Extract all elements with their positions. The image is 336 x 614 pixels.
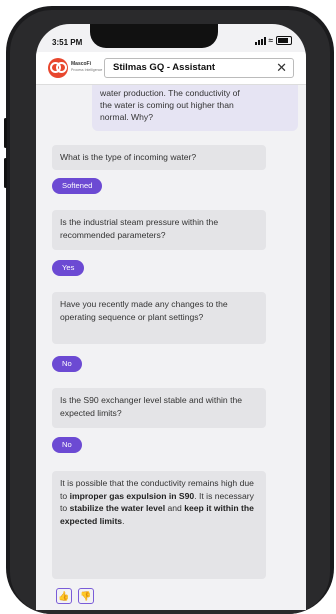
phone-screen: 3:51 PM ≈ MascoFi Process Intelligence S… — [36, 24, 306, 610]
assistant-question-2: Is the industrial steam pressure within … — [52, 210, 266, 250]
answer-bold-text: stabilize the water level — [69, 503, 166, 513]
answer-text: . — [122, 515, 125, 526]
status-icons: ≈ — [254, 36, 292, 45]
user-message-line: water production. The conductivity of — [100, 88, 240, 98]
question-text: What is the type of incoming water? — [60, 152, 197, 162]
thumbs-up-icon[interactable]: 👍 — [56, 588, 72, 604]
answer-text: and — [165, 503, 185, 513]
user-message-line: the water is coming out higher than — [100, 100, 234, 110]
thumbs-down-icon[interactable]: 👎 — [78, 588, 94, 604]
battery-icon — [276, 36, 292, 45]
question-text: Is the industrial steam pressure within … — [60, 217, 219, 240]
user-message-line: normal. Why? — [100, 112, 154, 122]
brand-logo-text: MascoFi Process Intelligence — [71, 61, 102, 73]
assistant-final-answer: It is possible that the conductivity rem… — [52, 471, 266, 579]
answer-chip-yes[interactable]: Yes — [52, 260, 85, 276]
question-text: Have you recently made any changes to th… — [60, 299, 228, 322]
wifi-icon: ≈ — [268, 36, 273, 45]
phone-notch — [90, 24, 218, 48]
chat-thread[interactable]: water production. The conductivity of th… — [36, 85, 306, 605]
user-message-bubble: water production. The conductivity of th… — [92, 85, 298, 131]
assistant-question-3: Have you recently made any changes to th… — [52, 292, 266, 344]
brand-tagline: Process Intelligence — [71, 68, 103, 72]
side-button-left — [4, 118, 7, 148]
assistant-title-tab[interactable]: Stilmas GQ - Assistant ✕ — [104, 58, 294, 78]
assistant-question-4: Is the S90 exchanger level stable and wi… — [52, 388, 266, 428]
close-icon[interactable]: ✕ — [276, 60, 287, 76]
side-button-left-2 — [4, 158, 7, 188]
question-text: Is the S90 exchanger level stable and wi… — [60, 395, 243, 418]
company-logo-icon — [48, 58, 68, 78]
chat-header: MascoFi Process Intelligence Stilmas GQ … — [36, 52, 306, 85]
answer-bold-text: improper gas expulsion in S90 — [69, 490, 195, 501]
signal-icon — [254, 37, 266, 45]
answer-chip-no-1[interactable]: No — [52, 356, 82, 372]
assistant-question-1: What is the type of incoming water? — [52, 145, 266, 170]
assistant-title: Stilmas GQ - Assistant — [113, 62, 216, 73]
answer-chip-no-2[interactable]: No — [52, 437, 82, 453]
answer-chip-softened[interactable]: Softened — [52, 178, 103, 194]
status-time: 3:51 PM — [52, 38, 83, 47]
